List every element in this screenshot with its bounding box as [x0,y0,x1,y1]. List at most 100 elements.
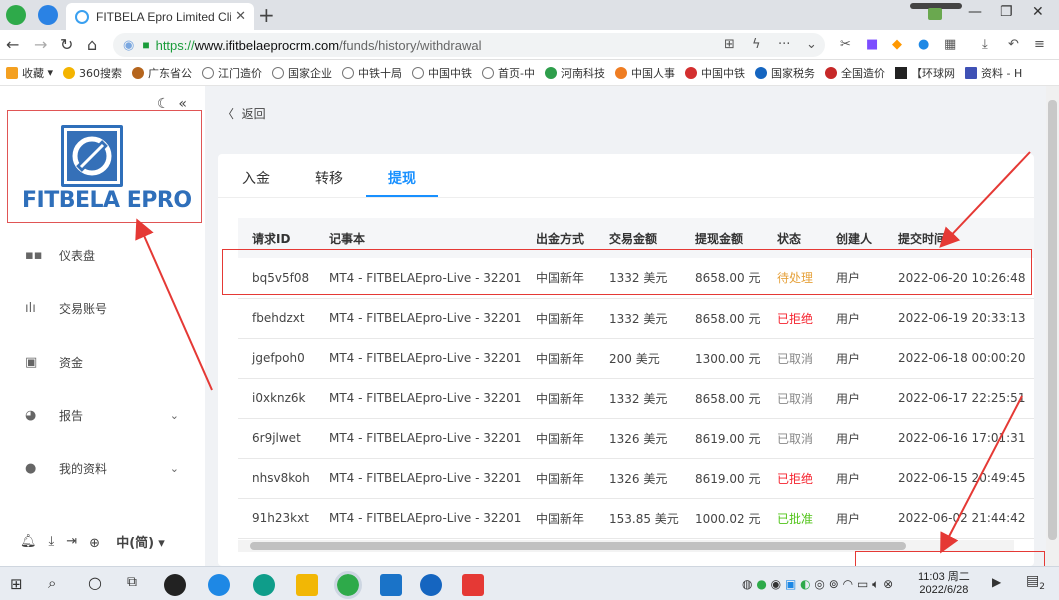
logout-icon[interactable]: ⇥ [66,534,77,549]
bookmark-item[interactable]: 国家税务 [755,65,815,81]
store-icon[interactable] [380,574,402,596]
bookmark-item[interactable]: 收藏 ▾ [6,65,53,81]
action-center-icon[interactable]: ▤2 [1026,573,1045,592]
bookmark-item[interactable]: 江门造价 [202,65,262,81]
bell-icon[interactable]: 🔔︎ [20,534,37,549]
back-arrow-icon[interactable]: ← [6,35,19,54]
search-icon[interactable]: ⌕ [48,574,56,592]
send-icon[interactable] [38,5,58,25]
bookmark-item[interactable]: 广东省公 [132,65,192,81]
windows-start-icon[interactable]: ⊞ [10,575,23,593]
scissors-icon[interactable]: ✂ [840,37,851,52]
cell-amount: 1332 美元 [595,378,681,419]
chevron-down-icon[interactable]: ⌄ [806,37,817,52]
cell-creator: 用户 [822,418,884,459]
bookmark-item[interactable]: 全国造价 [825,65,885,81]
forward-arrow-icon[interactable]: → [34,35,47,54]
ext-blue-icon[interactable]: ● [918,37,929,52]
show-desktop-icon[interactable]: ▶ [992,575,1001,589]
windows-taskbar: ⊞ ⌕ ○ ⧉ ◍ ● ◉ ▣ ◐ ◎ ⊚ ◠ ▭ 🔈︎ ⊗ 11:03 周二 … [0,566,1059,600]
tray-app-icon[interactable]: ▣ [785,577,796,591]
bookmark-item[interactable]: 中铁十局 [342,65,402,81]
bookmark-item[interactable]: 首页-中 [482,65,535,81]
cell-request-id: jgefpoh0 [238,338,315,379]
home-icon[interactable]: ⌂ [87,35,97,54]
lightning-icon[interactable]: ϟ [752,37,761,52]
browser-tab[interactable]: FITBELA Epro Limited Client ✕ [66,3,254,30]
scrollbar-thumb[interactable] [250,542,906,550]
table-row[interactable]: 91h23kxt MT4 - FITBELAEpro-Live - 3220193… [238,498,1034,539]
minimize-icon[interactable]: — [968,4,982,20]
close-tab-icon[interactable]: ✕ [235,9,246,24]
sidebar-item-funds[interactable]: ▣ 资金 [0,347,205,377]
tray-wechat-icon[interactable]: ● [756,577,766,591]
bookmark-item[interactable]: 【环球网 [895,65,955,81]
bookmark-item[interactable]: 中国中铁 [685,65,745,81]
new-tab-button[interactable]: + [258,3,275,27]
apps-grid-icon[interactable]: ▦ [944,37,956,52]
system-clock[interactable]: 11:03 周二 2022/6/28 [918,571,970,597]
tray-app-icon[interactable]: ◎ [814,577,824,591]
table-row[interactable]: 6r9jlwet MT4 - FITBELAEpro-Live - 3220193… [238,418,1034,459]
cell-status: 已批准 [763,498,822,539]
menu-icon[interactable]: ≡ [1034,37,1045,52]
bookmark-item[interactable]: 中国中铁 [412,65,472,81]
tab-withdrawal[interactable]: 提现 [388,168,416,188]
table-row[interactable]: fbehdzxt MT4 - FITBELAEpro-Live - 3220193… [238,298,1034,339]
sidebar-item-dashboard[interactable]: ▪▪ 仪表盘 [0,240,205,270]
ie-icon[interactable] [208,574,230,596]
cortana-icon[interactable]: ○ [88,573,102,592]
file-explorer-icon[interactable] [296,574,318,596]
battery-icon[interactable]: ▭ [857,577,868,591]
bookmark-item[interactable]: 中国人事 [615,65,675,81]
sidebar-item-profile[interactable]: ● 我的资料 ⌄ [0,453,205,483]
download-icon[interactable]: ⤓ [982,37,988,52]
edge-icon[interactable] [253,574,275,596]
browser-logo-icon[interactable] [6,5,26,25]
bookmark-item[interactable]: 国家企业 [272,65,332,81]
tray-app-icon[interactable]: ◍ [742,577,752,591]
table-row[interactable]: nhsv8koh MT4 - FITBELAEpro-Live - 3220193… [238,458,1034,499]
wifi-icon[interactable]: ◠ [843,577,853,591]
sidebar-item-trading-accounts[interactable]: ılı 交易账号 [0,293,205,323]
cell-status: 已取消 [763,338,822,379]
fan-app-icon[interactable] [164,574,186,596]
cell-amount: 1326 美元 [595,418,681,459]
site-info-icon[interactable]: ◉ [123,37,134,53]
more-icon[interactable]: ··· [778,37,790,52]
download-icon[interactable]: ⤓ [49,534,55,549]
shirt-icon[interactable] [928,8,942,20]
ext-orange-icon[interactable]: ◆ [892,37,902,52]
volume-icon[interactable]: 🔈︎ [872,577,879,591]
translate-icon[interactable]: ⊞ [724,37,735,52]
task-view-icon[interactable]: ⧉ [127,574,137,590]
media-icon[interactable] [420,574,442,596]
url-field[interactable]: ◉ ■ https:// www.ifitbelaeprocrm.com /fu… [113,33,825,57]
undo-icon[interactable]: ↶ [1008,37,1019,52]
scrollbar-thumb[interactable] [1048,100,1057,540]
sidebar-item-reports[interactable]: ◕ 报告 ⌄ [0,400,205,430]
browser-taskbar-icon[interactable] [334,571,362,599]
language-selector[interactable]: ⊕ 中(简) ▾ [89,532,165,551]
close-window-icon[interactable]: ✕ [1032,4,1044,20]
tray-app-icon[interactable]: ⊚ [829,577,839,591]
reload-icon[interactable]: ↻ [60,35,73,54]
tab-transfer[interactable]: 转移 [315,168,343,188]
wps-icon[interactable] [462,574,484,596]
table-row[interactable]: i0xknz6k MT4 - FITBELAEpro-Live - 3220193… [238,378,1034,419]
mute-icon[interactable]: ⊗ [883,577,893,591]
bookmark-item[interactable]: 河南科技 [545,65,605,81]
tray-app-icon[interactable]: ◐ [800,577,810,591]
page-vertical-scrollbar[interactable] [1046,86,1059,566]
bookmark-item[interactable]: 360搜索 [63,65,122,81]
maximize-icon[interactable]: ❐ [1000,4,1013,20]
ext-purple-icon[interactable]: ■ [866,37,878,52]
back-link[interactable]: 〈 返回 [222,105,266,122]
tray-qq-icon[interactable]: ◉ [771,577,781,591]
cell-withdraw-amount: 8658.00 元 [681,378,763,419]
bookmark-item[interactable]: 资料 - H [965,65,1022,81]
table-row[interactable]: jgefpoh0 MT4 - FITBELAEpro-Live - 3220193… [238,338,1034,379]
tab-deposit[interactable]: 入金 [242,168,270,188]
address-bar-row: ← → ↻ ⌂ ◉ ■ https:// www.ifitbelaeprocrm… [0,30,1059,60]
sidebar-item-label: 资金 [59,355,84,370]
